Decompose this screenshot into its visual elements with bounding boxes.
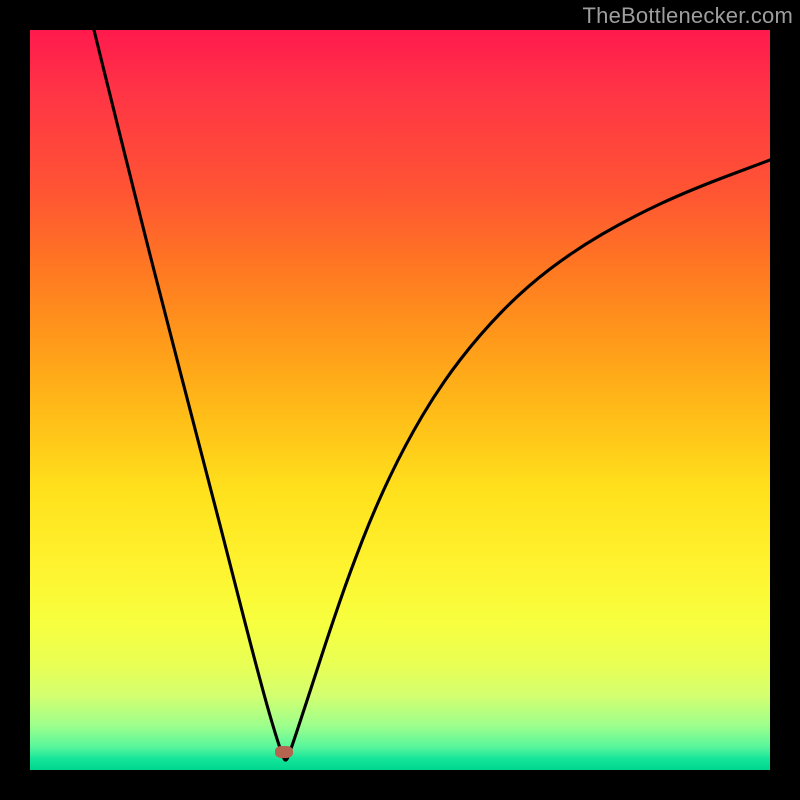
optimal-point-marker [275, 746, 293, 758]
chart-frame: TheBottlenecker.com [0, 0, 800, 800]
watermark-text: TheBottlenecker.com [583, 3, 793, 29]
bottleneck-curve [30, 30, 770, 770]
plot-area [30, 30, 770, 770]
v-curve-path [94, 30, 770, 760]
